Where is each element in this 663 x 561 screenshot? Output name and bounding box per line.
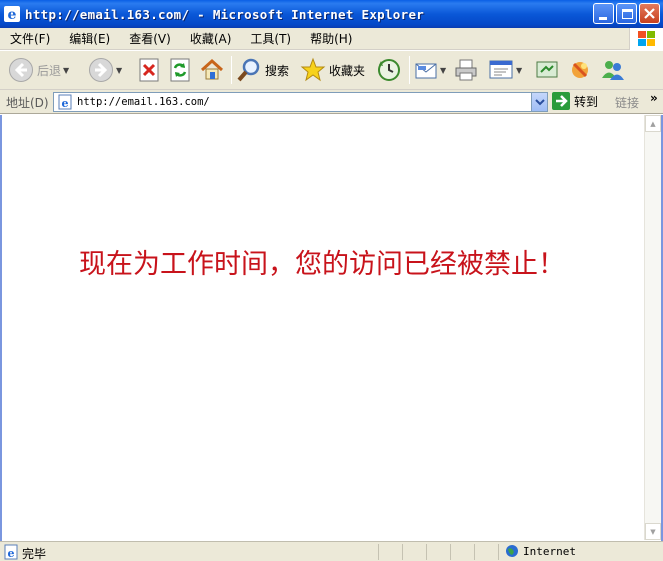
vertical-scrollbar[interactable]: ▲ ▼ — [644, 115, 661, 540]
internet-explorer-icon: e — [4, 6, 20, 22]
windows-logo — [629, 28, 663, 50]
print-icon — [455, 59, 477, 81]
stop-icon — [139, 58, 159, 82]
history-icon — [378, 59, 400, 81]
minimize-icon — [599, 17, 607, 20]
menu-view[interactable]: 查看(V) — [119, 30, 180, 47]
menu-bar: 文件(F) 编辑(E) 查看(V) 收藏(A) 工具(T) 帮助(H) — [0, 28, 663, 50]
svg-text:e: e — [8, 7, 17, 22]
windows-flag-icon — [638, 31, 655, 46]
title-bar[interactable]: e http://email.163.com/ - Microsoft Inte… — [0, 0, 663, 28]
favorites-label: 收藏夹 — [329, 63, 366, 78]
page-content: 现在为工作时间，您的访问已经被禁止！ — [2, 115, 644, 540]
menu-help[interactable]: 帮助(H) — [300, 30, 361, 47]
zone-label: Internet — [523, 544, 576, 558]
refresh-button[interactable] — [169, 55, 191, 85]
scroll-up-button[interactable]: ▲ — [645, 115, 661, 132]
globe-icon — [506, 545, 518, 557]
svg-text:e: e — [62, 97, 69, 110]
url-input[interactable] — [77, 96, 531, 108]
mail-dropdown-icon[interactable]: ▼ — [440, 66, 446, 75]
menu-edit[interactable]: 编辑(E) — [59, 30, 119, 47]
stop-button[interactable] — [138, 55, 160, 85]
minimize-button[interactable] — [593, 3, 614, 24]
back-dropdown-icon[interactable]: ▼ — [63, 66, 69, 75]
security-zone: Internet — [505, 544, 576, 558]
search-label: 搜索 — [265, 63, 290, 78]
links-button[interactable]: 链接 — [615, 94, 639, 111]
edit-dropdown-icon[interactable]: ▼ — [516, 66, 522, 75]
search-icon — [237, 58, 260, 82]
address-bar: 地址(D) e 转到 链接 » — [0, 90, 663, 114]
svg-text:e: e — [8, 547, 15, 560]
research-icon — [572, 62, 588, 78]
menu-file[interactable]: 文件(F) — [0, 30, 59, 47]
standard-toolbar: 后退 ▼ ▼ 搜索 收藏夹 ▼ ▼ — [0, 51, 663, 90]
scroll-down-button[interactable]: ▼ — [645, 523, 661, 540]
search-button[interactable]: 搜索 — [236, 55, 289, 85]
close-icon — [644, 8, 655, 19]
edit-button[interactable]: ▼ — [488, 55, 522, 85]
discuss-icon — [536, 61, 558, 78]
favorites-button[interactable]: 收藏夹 — [300, 55, 365, 85]
status-text: 完毕 — [22, 547, 47, 561]
forward-arrow-icon — [89, 58, 113, 82]
mail-icon — [415, 63, 437, 79]
close-button[interactable] — [639, 3, 660, 24]
address-field[interactable]: e — [53, 92, 548, 112]
history-button[interactable] — [376, 55, 402, 85]
mail-button[interactable]: ▼ — [414, 55, 446, 85]
home-icon — [200, 58, 224, 80]
window-title: http://email.163.com/ - Microsoft Intern… — [25, 6, 425, 22]
status-bar: e 完毕 Internet — [0, 541, 663, 561]
menu-tools[interactable]: 工具(T) — [240, 30, 300, 47]
messenger-button[interactable] — [600, 55, 626, 85]
page-icon: e — [58, 94, 72, 110]
go-arrow-icon — [552, 92, 570, 110]
forward-dropdown-icon[interactable]: ▼ — [116, 66, 122, 75]
print-button[interactable] — [453, 55, 479, 85]
edit-page-icon — [489, 60, 513, 79]
messenger-icon — [602, 61, 624, 80]
back-arrow-icon — [9, 58, 33, 82]
address-dropdown-button[interactable] — [531, 93, 547, 111]
maximize-button[interactable] — [616, 3, 637, 24]
address-label: 地址(D) — [6, 96, 49, 110]
toolbar-overflow-chevron[interactable]: » — [650, 91, 658, 105]
menu-favorites[interactable]: 收藏(A) — [180, 30, 241, 47]
go-button[interactable]: 转到 — [552, 92, 598, 110]
chevron-down-icon — [534, 99, 545, 106]
refresh-icon — [170, 58, 190, 82]
home-button[interactable] — [199, 55, 225, 85]
research-button[interactable] — [568, 55, 592, 85]
forward-button[interactable]: ▼ — [88, 55, 122, 85]
star-icon — [300, 57, 326, 82]
access-denied-message: 现在为工作时间，您的访问已经被禁止！ — [79, 249, 565, 280]
back-label: 后退 — [37, 63, 62, 78]
back-button[interactable]: 后退 ▼ — [8, 55, 69, 85]
page-done-icon: e — [4, 544, 18, 560]
go-label: 转到 — [574, 94, 599, 109]
discuss-button[interactable] — [535, 55, 559, 85]
maximize-icon — [622, 9, 633, 19]
